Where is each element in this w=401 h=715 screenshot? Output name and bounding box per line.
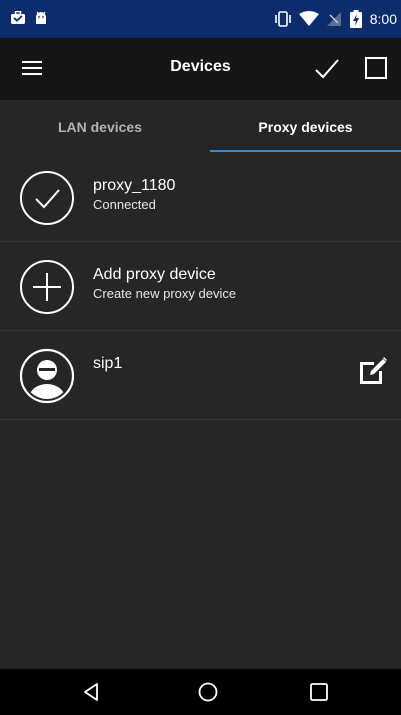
- status-time: 8:00: [369, 11, 397, 27]
- list-item-add-proxy-device[interactable]: Add proxy device Create new proxy device: [0, 242, 401, 331]
- checkbox-square-icon[interactable]: [365, 57, 387, 79]
- tab-bar: LAN devices Proxy devices: [0, 100, 401, 153]
- briefcase-icon: [11, 11, 25, 24]
- no-signal-icon: [326, 12, 341, 26]
- device-title: Add proxy device: [93, 266, 216, 283]
- navigation-bar: [0, 669, 401, 715]
- tab-selected-indicator: [210, 150, 401, 152]
- list-item-sip1[interactable]: sip1: [0, 331, 401, 420]
- recent-apps-square-icon[interactable]: [309, 682, 329, 702]
- page-title: Devices: [170, 58, 231, 75]
- device-list: proxy_1180 Connected Add proxy device Cr…: [0, 153, 401, 420]
- device-status: Connected: [93, 197, 156, 212]
- wifi-icon: [298, 11, 319, 26]
- user-avatar-icon: [19, 348, 75, 404]
- battery-icon: [349, 10, 362, 28]
- back-triangle-icon[interactable]: [82, 682, 102, 702]
- tab-lan-devices[interactable]: LAN devices: [0, 100, 200, 153]
- android-icon: [36, 11, 46, 24]
- vibrate-icon: [274, 11, 291, 27]
- list-item-proxy-1180[interactable]: proxy_1180 Connected: [0, 153, 401, 242]
- device-subtitle: Create new proxy device: [93, 286, 237, 301]
- app-screen: 8:00 Devices LAN devices Proxy devices p…: [0, 0, 401, 715]
- device-title: proxy_1180: [93, 177, 176, 194]
- device-title: sip1: [93, 355, 123, 372]
- app-bar: Devices: [0, 38, 401, 100]
- plus-circle-icon: [20, 260, 74, 314]
- edit-icon[interactable]: [358, 356, 388, 386]
- check-circle-icon: [20, 171, 74, 225]
- home-circle-icon[interactable]: [198, 682, 218, 702]
- check-icon[interactable]: [314, 56, 340, 82]
- status-bar: 8:00: [0, 0, 401, 38]
- tab-proxy-devices[interactable]: Proxy devices: [210, 100, 401, 153]
